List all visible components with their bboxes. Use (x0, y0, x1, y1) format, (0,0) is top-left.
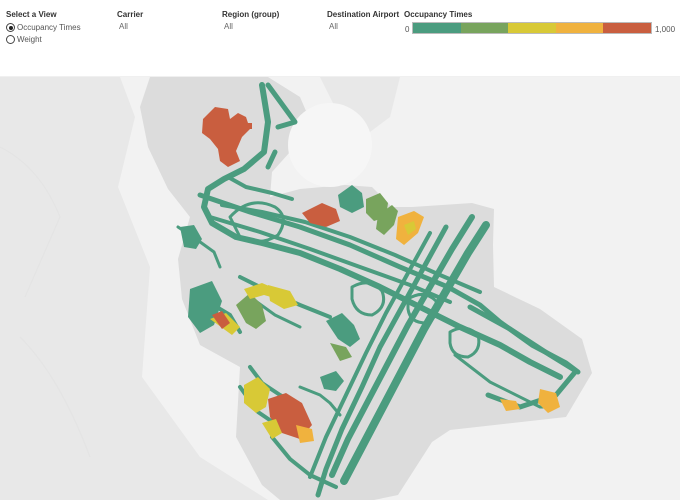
radio-label-occupancy-times: Occupancy Times (17, 23, 81, 32)
legend-swatch-1 (413, 23, 461, 33)
bay-cove (288, 103, 372, 187)
view-selector-title: Select a View (6, 10, 57, 19)
radio-button-unchecked[interactable] (6, 35, 15, 44)
region-filter-title: Region (group) (222, 10, 280, 19)
legend-swatch-4 (555, 23, 604, 33)
region-filter[interactable]: Region (group) All (222, 10, 279, 31)
radio-label-weight: Weight (17, 35, 42, 44)
legend-color-bar (412, 22, 652, 34)
view-selector: Select a View Occupancy Times Weight (6, 10, 81, 45)
carrier-filter-value[interactable]: All (117, 22, 143, 31)
legend-min-label: 0 (405, 25, 410, 34)
radio-weight[interactable]: Weight (6, 34, 81, 45)
legend-swatch-3 (508, 23, 556, 33)
carrier-filter-title: Carrier (117, 10, 144, 19)
airport-occupancy-map[interactable] (0, 77, 680, 500)
region-filter-value[interactable]: All (222, 22, 279, 31)
legend-title: Occupancy Times (404, 10, 473, 19)
destination-filter-title: Destination Airport (327, 10, 400, 19)
radio-occupancy-times[interactable]: Occupancy Times (6, 22, 81, 33)
destination-filter[interactable]: Destination Airport All (327, 10, 399, 31)
radio-button-checked[interactable] (6, 23, 15, 32)
legend-swatch-2 (460, 23, 509, 33)
legend-swatch-5 (603, 23, 651, 33)
color-legend: Occupancy Times 0 1,000 (404, 10, 676, 40)
destination-filter-value[interactable]: All (327, 22, 399, 31)
carrier-filter[interactable]: Carrier All (117, 10, 143, 31)
legend-max-label: 1,000 (655, 25, 676, 34)
filter-bar: Select a View Occupancy Times Weight Car… (0, 0, 680, 76)
